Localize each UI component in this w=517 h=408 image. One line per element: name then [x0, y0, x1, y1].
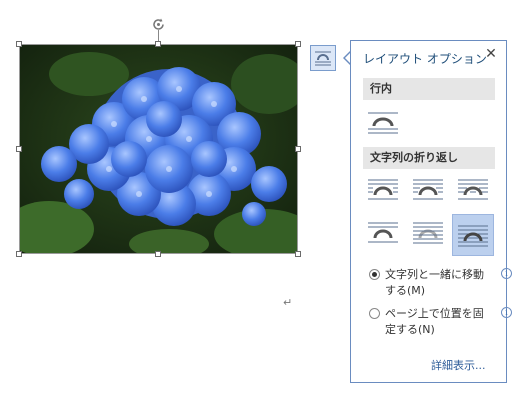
resize-handle-top-left[interactable] [16, 41, 22, 47]
close-icon[interactable]: ✕ [483, 46, 499, 62]
document-area[interactable]: ↵ レイアウト オプション ✕ 行内 文字列の折り返し 文字列と一緒に移動する(… [0, 0, 517, 408]
fix-position-label: ページ上で位置を固定する(N) [385, 307, 484, 336]
resize-handle-top-right[interactable] [295, 41, 301, 47]
move-with-text-radio[interactable] [369, 269, 380, 280]
fix-position-radio[interactable] [369, 308, 380, 319]
wrap-in-front-of-text-icon [458, 225, 488, 247]
fix-position-option[interactable]: ページ上で位置を固定する(N) i [369, 306, 512, 340]
section-inline-header: 行内 [363, 78, 495, 100]
wrap-through-option[interactable] [455, 174, 491, 206]
paragraph-mark: ↵ [283, 296, 293, 309]
move-with-text-option[interactable]: 文字列と一緒に移動する(M) i [369, 267, 512, 301]
resize-handle-top[interactable] [155, 41, 161, 47]
info-icon[interactable]: i [501, 307, 512, 318]
wrap-top-bottom-option[interactable] [365, 217, 401, 249]
resize-handle-bottom-left[interactable] [16, 251, 22, 257]
panel-title: レイアウト オプション [363, 52, 487, 66]
wrap-tight-option[interactable] [410, 174, 446, 206]
layout-options-button[interactable] [310, 45, 336, 71]
wrap-behind-text-icon [413, 222, 443, 244]
resize-handle-left[interactable] [16, 146, 22, 152]
wrap-inline-option[interactable] [365, 107, 401, 139]
rotate-handle-icon[interactable] [150, 16, 167, 33]
move-with-text-label: 文字列と一緒に移動する(M) [385, 268, 484, 297]
wrap-square-option[interactable] [365, 174, 401, 206]
resize-handle-bottom-right[interactable] [295, 251, 301, 257]
wrap-behind-text-option[interactable] [410, 217, 446, 249]
wrap-through-icon [458, 179, 488, 200]
wrap-top-bottom-icon [368, 222, 398, 243]
section-wrap-header: 文字列の折り返し [363, 147, 495, 169]
wrap-inline-icon [368, 112, 398, 134]
layout-options-panel: レイアウト オプション ✕ 行内 文字列の折り返し 文字列と一緒に移動する(M)… [350, 40, 512, 383]
wrap-tight-icon [413, 179, 443, 200]
selection-frame [19, 44, 298, 254]
layout-options-icon [315, 51, 331, 66]
resize-handle-right[interactable] [295, 146, 301, 152]
resize-handle-bottom[interactable] [155, 251, 161, 257]
more-details-link[interactable]: 詳細表示... [431, 357, 486, 373]
wrap-square-icon [368, 179, 398, 200]
wrap-in-front-of-text-option[interactable] [452, 214, 494, 256]
info-icon[interactable]: i [501, 268, 512, 279]
